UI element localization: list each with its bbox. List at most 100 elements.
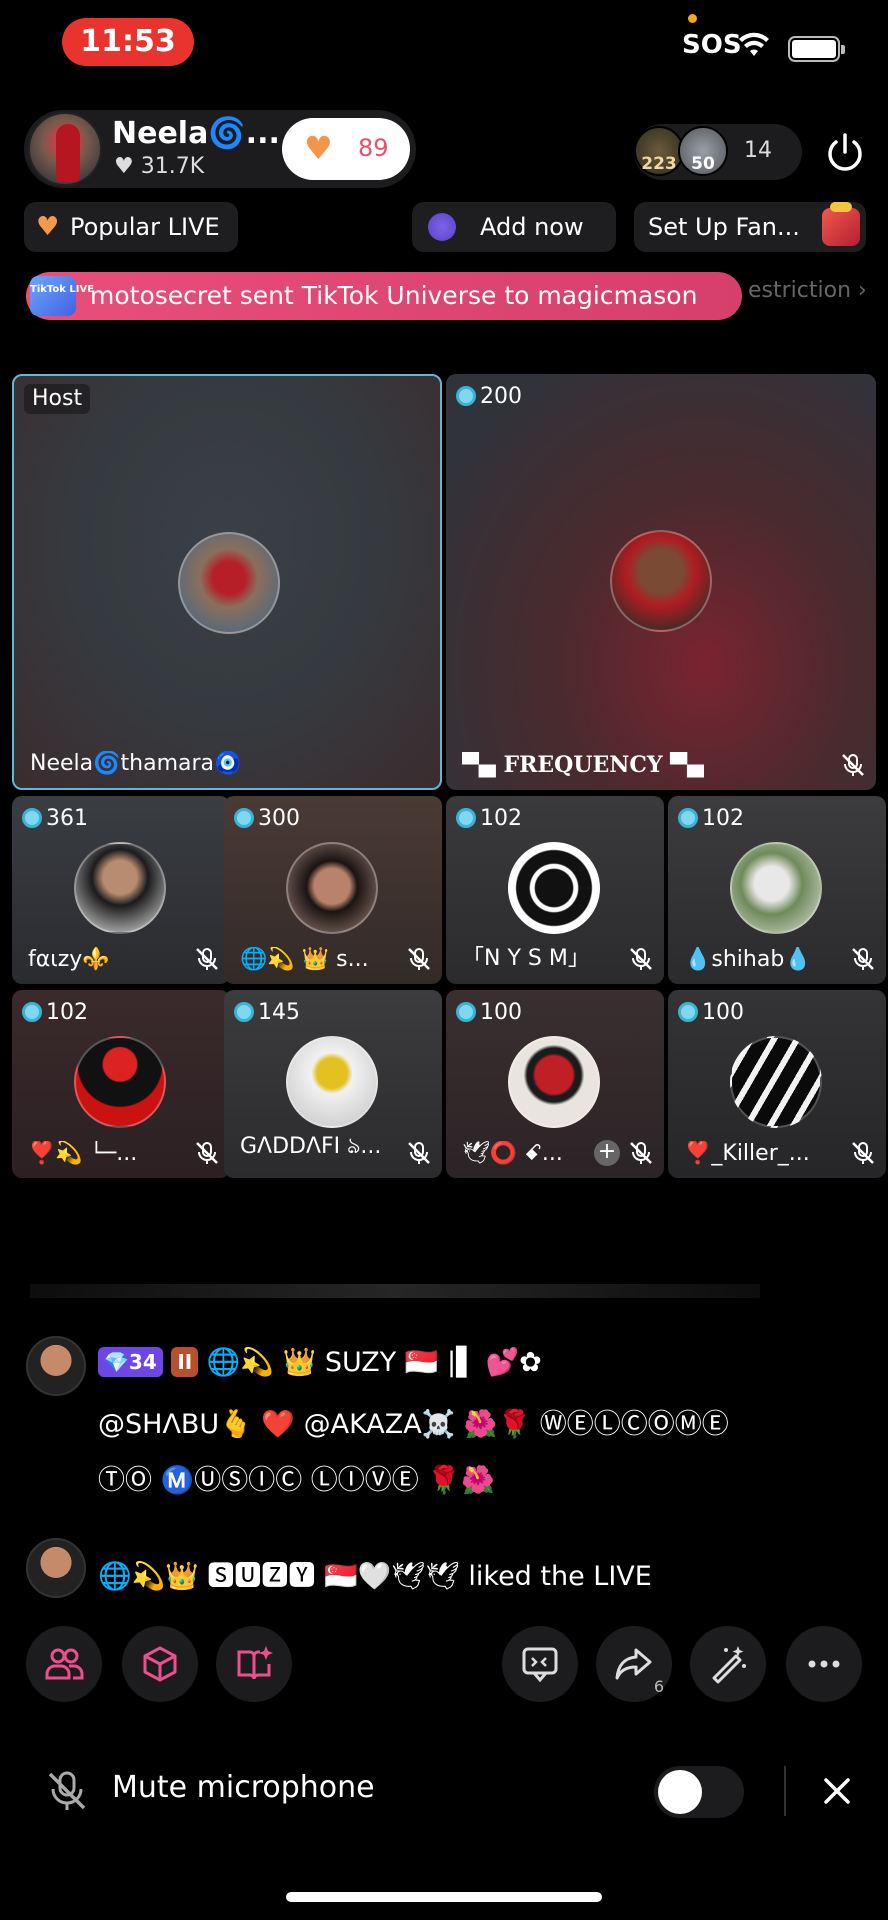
guest-tile[interactable]: 100 ❣️_Killer_... [668,990,886,1178]
score-icon [456,386,476,406]
heart-icon: ♥ [304,129,333,167]
heart-button[interactable]: ♥ 89 [282,118,410,180]
level-badge: 💎34 [98,1347,163,1377]
battery-icon [788,36,845,62]
guest-name: 「N Y S M」 [462,946,590,971]
status-bar: 11:53 SOS [0,0,888,90]
chat-like-message: 🌐💫👑 🆂🆄🆉🆈 🇸🇬🤍🕊🕊 liked the LIVE [98,1561,652,1592]
viewer-list[interactable]: 223 50 14 [634,124,802,180]
close-icon[interactable] [818,1772,856,1810]
guest-tile[interactable]: 102 「N Y S M」 [446,796,664,984]
mic-off-icon [408,1142,430,1164]
gift-banner[interactable]: TikTok LIVE motosecret sent TikTok Unive… [26,272,742,320]
guest-tile[interactable]: 361 fαιzy⚜️ [12,796,230,984]
guest-avatar [508,842,600,934]
heart-count: 89 [358,134,389,162]
share-arrow-icon [615,1648,652,1680]
viewer-avatar[interactable]: 223 [634,126,684,176]
chat-fade-row [30,1284,760,1298]
magic-wand-icon [712,1646,746,1684]
chat-message-header: 💎34 II 🌐💫 👑 SUZY 🇸🇬 |▌ 💕✿ [98,1346,542,1378]
guest-name: 🕊⭕ ꗃ... [462,1141,563,1166]
host-label: Host [24,384,91,414]
gift-banner-text: motosecret sent TikTok Universe to magic… [90,281,698,310]
guest-score: 102 [678,806,744,832]
score-icon [22,1002,42,1022]
more-button[interactable] [786,1626,862,1702]
guest-avatar [730,842,822,934]
guest-avatar [508,1036,600,1128]
guest-name: GΛDDΛFI ঌ... [240,1134,382,1159]
toggle-knob [658,1770,702,1814]
guest-avatar [74,842,166,934]
viewer-gift-badge: 50 [691,154,715,174]
guest-tile[interactable]: 300 🌐💫 👑 s... [224,796,442,984]
score-icon [678,808,698,828]
guest-avatar [286,1036,378,1128]
chat-message-text: @SHΛBU🫰 ❤️ @AKAZA☠️ 🌺🌹 ⓌⒺⓁⒸⓄⓂⒺ [98,1409,729,1440]
fan-club-label: Set Up Fan... [648,213,800,241]
score-icon [234,1002,254,1022]
guest-tile[interactable]: 102 💧shihab💧 [668,796,886,984]
guest-avatar [610,530,712,632]
score-icon [234,808,254,828]
plus-icon[interactable]: + [594,1140,620,1166]
mic-off-icon [48,1771,86,1810]
guest-avatar [286,842,378,934]
host-tile[interactable]: Host Neela🌀thamara🧿 [12,374,442,790]
guest-tile[interactable]: 100 🕊⭕ ꗃ... + [446,990,664,1178]
mic-off-icon [842,754,864,776]
share-count: 6 [653,1677,664,1696]
comment-button[interactable] [502,1626,578,1702]
guest-avatar [730,1036,822,1128]
viewer-avatar[interactable]: 50 [678,126,728,176]
gallery-button[interactable] [216,1626,292,1702]
mic-off-icon [852,948,874,970]
guest-score: 102 [22,1000,88,1026]
host-name: Neela🌀... [112,116,280,151]
chat-avatar[interactable] [26,1336,86,1396]
guest-tile[interactable]: 102 ❣️💫 └─... [12,990,230,1178]
mic-off-icon [852,1142,874,1164]
target-icon [428,213,456,241]
book-sparkle-icon [237,1646,273,1680]
guest-score: 102 [456,806,522,832]
chat-username: 🌐💫 👑 SUZY 🇸🇬 |▌ 💕✿ [206,1347,542,1378]
guest-name: ❣️_Killer_... [684,1141,810,1166]
gift-box-icon [822,202,860,246]
guest-name: ▀▄ FREQUENCY ▀▄ [462,752,705,778]
host-like-count: ♥ 31.7K [114,154,205,179]
wifi-icon [739,32,769,56]
score-icon [456,1002,476,1022]
score-icon [678,1002,698,1022]
add-now-button[interactable]: Add now [412,202,616,252]
more-dots-icon [808,1660,840,1668]
home-indicator[interactable] [286,1892,602,1902]
guest-tile[interactable]: 200 ▀▄ FREQUENCY ▀▄ [446,374,876,790]
effects-button[interactable] [122,1626,198,1702]
restriction-link[interactable]: estriction › [748,278,867,303]
magic-wand-button[interactable] [690,1626,766,1702]
guest-name: 💧shihab💧 [684,947,812,972]
share-button[interactable]: 6 [596,1626,672,1702]
guest-score: 100 [678,1000,744,1026]
mic-off-icon [196,948,218,970]
power-icon[interactable] [822,130,868,176]
chat-avatar[interactable] [26,1538,86,1598]
popular-live-label: Popular LIVE [70,213,220,241]
viewer-count: 14 [744,138,772,163]
host-profile-pill[interactable]: Neela🌀... ♥ 31.7K ♥ 89 [24,110,416,188]
mute-toggle[interactable] [654,1766,744,1818]
guest-score: 100 [456,1000,522,1026]
mic-off-icon [630,1142,652,1164]
divider [784,1766,786,1816]
popular-live-button[interactable]: ♥ Popular LIVE [24,202,238,252]
mute-microphone-row: Mute microphone [0,1750,888,1834]
sos-label: SOS [682,30,742,60]
people-icon [45,1648,84,1680]
guest-score: 361 [22,806,88,832]
guests-button[interactable] [26,1626,102,1702]
host-avatar[interactable] [28,112,102,186]
fan-club-button[interactable]: Set Up Fan... [634,202,866,252]
guest-tile[interactable]: 145 GΛDDΛFI ঌ... [224,990,442,1178]
